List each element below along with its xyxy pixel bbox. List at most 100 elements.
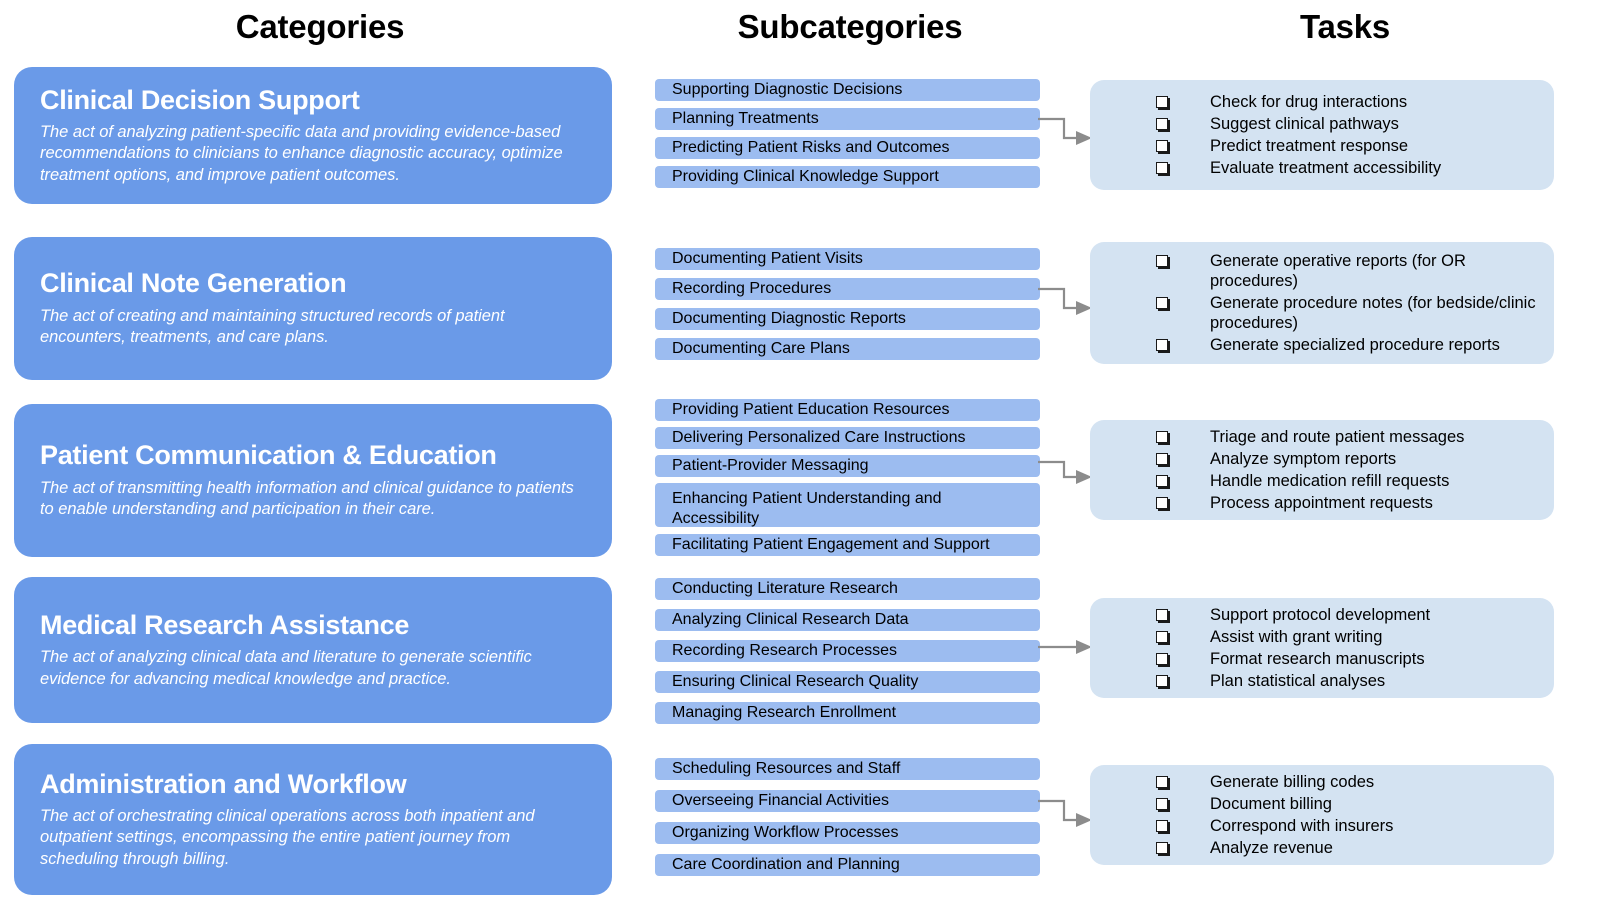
subcategory-bar[interactable]: Documenting Diagnostic Reports <box>655 308 1040 330</box>
subcategory-bar[interactable]: Providing Clinical Knowledge Support <box>655 166 1040 188</box>
task-item: Document billing <box>1108 794 1536 814</box>
category-card[interactable]: Patient Communication & Education The ac… <box>14 404 612 557</box>
checkbox-square-icon <box>1156 653 1168 665</box>
category-description: The act of analyzing patient-specific da… <box>40 122 563 184</box>
checkbox-square-icon <box>1156 608 1168 621</box>
subcategory-label: Patient-Provider Messaging <box>672 456 869 474</box>
category-title: Medical Research Assistance <box>40 609 410 640</box>
connector-arrow-row-5 <box>1038 799 1092 827</box>
task-item: Suggest clinical pathways <box>1108 114 1536 134</box>
task-item: Process appointment requests <box>1108 493 1536 513</box>
category-description: The act of creating and maintaining stru… <box>40 306 505 347</box>
column-header-subcategories: Subcategories <box>737 8 963 45</box>
category-description: The act of transmitting health informati… <box>40 478 574 519</box>
checkbox-square-icon <box>1156 430 1168 443</box>
category-title: Clinical Decision Support <box>40 84 360 115</box>
subcategory-bar[interactable]: Enhancing Patient Understanding and Acce… <box>655 483 1040 527</box>
checkbox-square-icon <box>1156 452 1168 465</box>
task-item: Predict treatment response <box>1108 136 1536 156</box>
subcategory-bar[interactable]: Managing Research Enrollment <box>655 702 1040 724</box>
category-title: Administration and Workflow <box>40 768 407 799</box>
task-label: Generate billing codes <box>1210 772 1375 791</box>
category-description: The act of analyzing clinical data and l… <box>40 648 532 688</box>
subcategory-bar[interactable]: Care Coordination and Planning <box>655 854 1040 876</box>
subcategory-label: Providing Patient Education Resources <box>672 400 950 418</box>
checkbox-square-icon <box>1156 339 1168 352</box>
connector-arrow-row-1 <box>1038 117 1092 145</box>
task-item: Generate billing codes <box>1108 772 1536 792</box>
checkbox-square-icon <box>1156 475 1168 487</box>
category-card[interactable]: Administration and Workflow The act of o… <box>14 744 612 895</box>
checkbox-square-icon <box>1156 797 1168 810</box>
task-item: Plan statistical analyses <box>1108 671 1536 691</box>
subcategory-bar[interactable]: Patient-Provider Messaging <box>655 455 1040 477</box>
subcategory-bar[interactable]: Overseeing Financial Activities <box>655 790 1040 812</box>
task-box[interactable]: Triage and route patient messages Analyz… <box>1090 420 1554 520</box>
subcategory-label: Facilitating Patient Engagement and Supp… <box>672 535 990 553</box>
subcategory-label: Documenting Diagnostic Reports <box>672 309 906 327</box>
subcategory-bar[interactable]: Organizing Workflow Processes <box>655 822 1040 844</box>
checkbox-square-icon <box>1156 675 1168 688</box>
task-item: Check for drug interactions <box>1108 92 1536 112</box>
task-label: Assist with grant writing <box>1210 627 1383 646</box>
subcategory-label: Recording Research Processes <box>672 641 897 659</box>
task-label: Suggest clinical pathways <box>1210 114 1399 133</box>
task-box[interactable]: Generate operative reports (for OR proce… <box>1090 242 1554 364</box>
subcategory-bar[interactable]: Ensuring Clinical Research Quality <box>655 671 1040 693</box>
task-item: Generate operative reports (for OR proce… <box>1108 251 1536 291</box>
task-label: Handle medication refill requests <box>1210 472 1450 490</box>
task-label: Process appointment requests <box>1210 494 1433 513</box>
subcategory-bar[interactable]: Analyzing Clinical Research Data <box>655 609 1040 631</box>
subcategory-bar[interactable]: Recording Research Processes <box>655 640 1040 662</box>
task-label: Analyze symptom reports <box>1210 449 1397 468</box>
subcategory-bar[interactable]: Conducting Literature Research <box>655 578 1040 600</box>
subcategory-label: Supporting Diagnostic Decisions <box>672 80 903 98</box>
subcategory-bar[interactable]: Facilitating Patient Engagement and Supp… <box>655 534 1040 556</box>
task-label: Generate procedure notes (for bedside/cl… <box>1210 293 1536 333</box>
task-label: Document billing <box>1210 794 1332 813</box>
checkbox-square-icon <box>1156 842 1168 855</box>
checkbox-square-icon <box>1156 162 1168 175</box>
subcategory-label: Documenting Patient Visits <box>672 249 863 267</box>
subcategory-bar[interactable]: Planning Treatments <box>655 108 1040 130</box>
category-card[interactable]: Clinical Note Generation The act of crea… <box>14 237 612 380</box>
subcategory-label: Recording Procedures <box>672 279 832 297</box>
task-box[interactable]: Support protocol development Assist with… <box>1090 598 1554 698</box>
task-label: Correspond with insurers <box>1210 817 1394 835</box>
subcategory-bar[interactable]: Documenting Patient Visits <box>655 248 1040 270</box>
connector-arrow-row-4 <box>1038 640 1092 654</box>
category-card[interactable]: Medical Research Assistance The act of a… <box>14 577 612 723</box>
subcategory-label: Delivering Personalized Care Instruction… <box>672 428 966 446</box>
subcategory-label: Overseeing Financial Activities <box>672 791 889 809</box>
task-item: Support protocol development <box>1108 605 1536 625</box>
task-label: Support protocol development <box>1210 605 1431 624</box>
subcategory-bar[interactable]: Recording Procedures <box>655 278 1040 300</box>
subcategory-bar[interactable]: Scheduling Resources and Staff <box>655 758 1040 780</box>
checkbox-square-icon <box>1156 775 1168 788</box>
connector-arrow-row-2 <box>1038 287 1092 315</box>
category-card[interactable]: Clinical Decision Support The act of ana… <box>14 67 612 204</box>
diagram-canvas: Categories Subcategories Tasks Clinical … <box>0 0 1600 920</box>
subcategory-bar[interactable]: Delivering Personalized Care Instruction… <box>655 427 1040 449</box>
task-item: Generate procedure notes (for bedside/cl… <box>1108 293 1536 333</box>
subcategory-label: Documenting Care Plans <box>672 339 850 357</box>
checkbox-square-icon <box>1156 140 1168 152</box>
subcategory-label: Care Coordination and Planning <box>672 855 900 873</box>
task-label: Triage and route patient messages <box>1210 427 1465 446</box>
task-box[interactable]: Check for drug interactions Suggest clin… <box>1090 80 1554 190</box>
subcategory-bar[interactable]: Providing Patient Education Resources <box>655 399 1040 421</box>
category-title: Patient Communication & Education <box>40 440 497 471</box>
subcategory-bar[interactable]: Supporting Diagnostic Decisions <box>655 79 1040 101</box>
subcategory-label: Analyzing Clinical Research Data <box>672 610 909 628</box>
task-box[interactable]: Generate billing codes Document billing … <box>1090 765 1554 865</box>
subcategory-label: Planning Treatments <box>672 109 819 127</box>
column-header-categories: Categories <box>235 8 405 45</box>
task-label: Predict treatment response <box>1210 137 1409 155</box>
task-item: Analyze revenue <box>1108 838 1536 858</box>
subcategory-bar[interactable]: Predicting Patient Risks and Outcomes <box>655 137 1040 159</box>
subcategory-bar[interactable]: Documenting Care Plans <box>655 338 1040 360</box>
task-item: Generate specialized procedure reports <box>1108 335 1536 355</box>
task-label: Check for drug interactions <box>1210 92 1408 111</box>
task-item: Assist with grant writing <box>1108 627 1536 647</box>
task-label: Plan statistical analyses <box>1210 672 1386 691</box>
